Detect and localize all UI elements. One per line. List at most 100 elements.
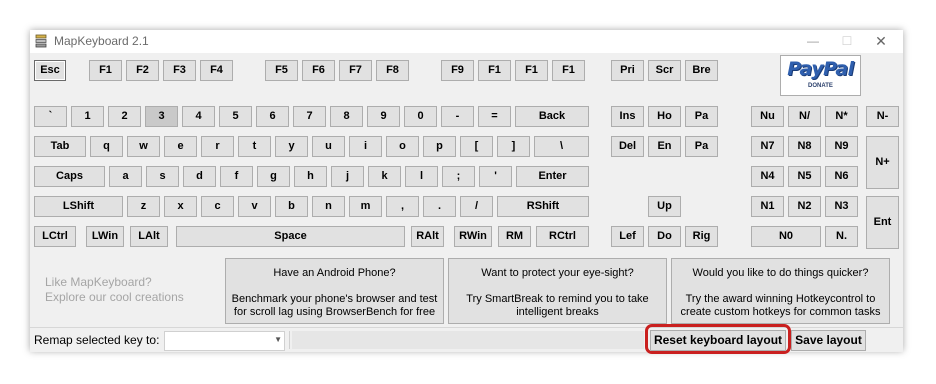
key-numlock[interactable]: Nu [751,106,784,127]
key-delete[interactable]: Del [611,136,644,157]
key-num-0[interactable]: N0 [751,226,821,247]
key-insert[interactable]: Ins [611,106,644,127]
key-s[interactable]: s [146,166,179,187]
key-num-enter[interactable]: Ent [866,196,899,249]
key-l[interactable]: l [405,166,438,187]
key-end[interactable]: En [648,136,681,157]
key-z[interactable]: z [127,196,160,217]
key-c[interactable]: c [201,196,234,217]
key-slash[interactable]: / [460,196,493,217]
key-5[interactable]: 5 [219,106,252,127]
key-w[interactable]: w [127,136,160,157]
key-right-ctrl[interactable]: RCtrl [536,226,589,247]
key-left-alt[interactable]: LAlt [130,226,168,247]
key-tab[interactable]: Tab [34,136,86,157]
key-arrow-right[interactable]: Rig [685,226,718,247]
key-f2[interactable]: F2 [126,60,159,81]
key-o[interactable]: o [386,136,419,157]
key-num-minus[interactable]: N- [866,106,899,127]
key-left-bracket[interactable]: [ [460,136,493,157]
key-enter[interactable]: Enter [516,166,589,187]
key-num-5[interactable]: N5 [788,166,821,187]
key-3[interactable]: 3 [145,106,178,127]
key-comma[interactable]: , [386,196,419,217]
key-f8[interactable]: F8 [376,60,409,81]
key-left-shift[interactable]: LShift [34,196,123,217]
key-space[interactable]: Space [176,226,405,247]
promo-like-link[interactable]: Like MapKeyboard? [45,275,152,289]
key-7[interactable]: 7 [293,106,326,127]
key-num-6[interactable]: N6 [825,166,858,187]
key-menu[interactable]: RM [498,226,531,247]
key-num-4[interactable]: N4 [751,166,784,187]
key-arrow-left[interactable]: Lef [611,226,644,247]
key-f4[interactable]: F4 [200,60,233,81]
key-r[interactable]: r [201,136,234,157]
key-t[interactable]: t [238,136,271,157]
key-backslash[interactable]: \ [534,136,589,157]
key-f11[interactable]: F1 [515,60,548,81]
close-button[interactable]: ✕ [864,30,898,52]
key-page-up[interactable]: Pa [685,106,718,127]
key-arrow-down[interactable]: Do [648,226,681,247]
key-f3[interactable]: F3 [163,60,196,81]
key-period[interactable]: . [423,196,456,217]
key-num-3[interactable]: N3 [825,196,858,217]
key-arrow-up[interactable]: Up [648,196,681,217]
key-right-win[interactable]: RWin [454,226,492,247]
hotkeycontrol-promo-card[interactable]: Would you like to do things quicker? Try… [671,258,890,324]
paypal-donate-button[interactable]: PayPal DONATE [780,55,861,96]
key-right-shift[interactable]: RShift [497,196,589,217]
key-minus[interactable]: - [441,106,474,127]
key-break[interactable]: Bre [685,60,718,81]
key-num-divide[interactable]: N/ [788,106,821,127]
key-y[interactable]: y [275,136,308,157]
key-semicolon[interactable]: ; [442,166,475,187]
key-f12[interactable]: F1 [552,60,585,81]
key-0[interactable]: 0 [404,106,437,127]
key-6[interactable]: 6 [256,106,289,127]
minimize-button[interactable]: — [796,30,830,52]
key-f5[interactable]: F5 [265,60,298,81]
key-2[interactable]: 2 [108,106,141,127]
key-p[interactable]: p [423,136,456,157]
key-left-ctrl[interactable]: LCtrl [34,226,76,247]
reset-layout-button[interactable]: Reset keyboard layout [650,330,786,351]
key-num-1[interactable]: N1 [751,196,784,217]
key-f[interactable]: f [220,166,253,187]
key-v[interactable]: v [238,196,271,217]
key-esc[interactable]: Esc [34,60,66,81]
key-f7[interactable]: F7 [339,60,372,81]
promo-explore-link[interactable]: Explore our cool creations [45,290,184,304]
key-1[interactable]: 1 [71,106,104,127]
key-num-8[interactable]: N8 [788,136,821,157]
key-q[interactable]: q [90,136,123,157]
key-x[interactable]: x [164,196,197,217]
key-home[interactable]: Ho [648,106,681,127]
key-9[interactable]: 9 [367,106,400,127]
key-j[interactable]: j [331,166,364,187]
key-num-7[interactable]: N7 [751,136,784,157]
key-u[interactable]: u [312,136,345,157]
key-right-bracket[interactable]: ] [497,136,530,157]
android-promo-card[interactable]: Have an Android Phone? Benchmark your ph… [225,258,444,324]
key-num-multiply[interactable]: N* [825,106,858,127]
key-8[interactable]: 8 [330,106,363,127]
key-f1[interactable]: F1 [89,60,122,81]
maximize-button[interactable]: ☐ [830,30,864,52]
key-right-alt[interactable]: RAlt [411,226,444,247]
key-f6[interactable]: F6 [302,60,335,81]
key-backspace[interactable]: Back [515,106,589,127]
key-g[interactable]: g [257,166,290,187]
key-e[interactable]: e [164,136,197,157]
key-f9[interactable]: F9 [441,60,474,81]
key-num-plus[interactable]: N+ [866,136,899,189]
key-i[interactable]: i [349,136,382,157]
key-m[interactable]: m [349,196,382,217]
save-layout-button[interactable]: Save layout [791,330,866,351]
key-a[interactable]: a [109,166,142,187]
key-left-win[interactable]: LWin [86,226,124,247]
key-backtick[interactable]: ` [34,106,67,127]
key-quote[interactable]: ' [479,166,512,187]
key-f10[interactable]: F1 [478,60,511,81]
